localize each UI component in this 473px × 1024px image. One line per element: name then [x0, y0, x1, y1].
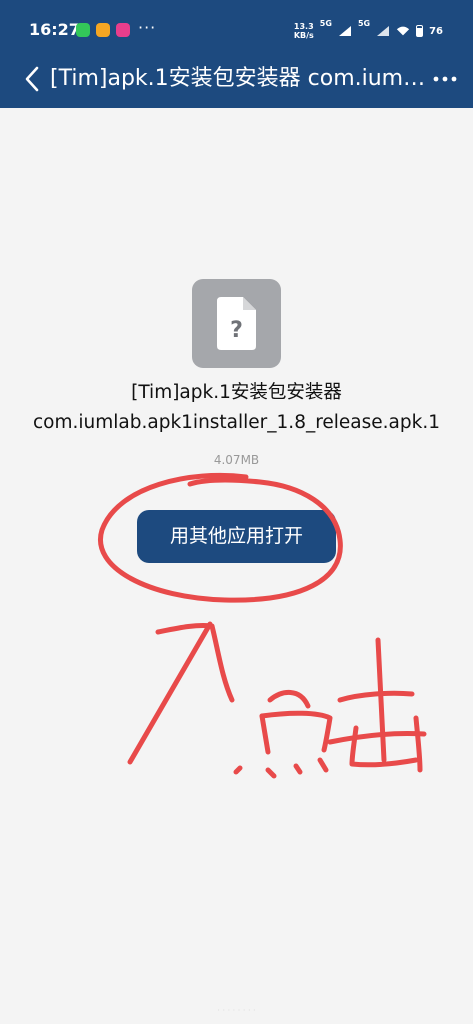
signal-icon	[338, 26, 351, 36]
navigation-bar: [Tim]apk.1安装包安装器 com.iumlab.apk1installe…	[0, 58, 473, 104]
more-notifications-indicator: ···	[138, 18, 157, 37]
system-status: 13.3 KB/s 5G 5G 76	[294, 16, 443, 46]
file-name-line-2: com.iumlab.apk1installer_1.8_release.apk…	[32, 412, 440, 433]
annotation-arrowhead	[155, 623, 235, 703]
bilibili-icon	[116, 23, 130, 37]
net-speed: 13.3 KB/s	[294, 22, 314, 40]
page-title: [Tim]apk.1安装包安装器 com.iumlab.apk1installe…	[50, 66, 430, 91]
net-speed-unit: KB/s	[293, 31, 314, 40]
battery-level: 76	[429, 25, 443, 37]
svg-text:?: ?	[230, 318, 243, 343]
taobao-icon	[96, 23, 110, 37]
signal-icon-2	[377, 26, 390, 36]
app-header: 16:27 ··· 13.3 KB/s 5G 5G 76 [Tim]apk.1安…	[0, 0, 473, 108]
status-bar: 16:27 ··· 13.3 KB/s 5G 5G 76	[0, 0, 473, 60]
annotation-handwriting	[233, 637, 427, 779]
watermark: · · · · · · · ·	[217, 1006, 256, 1015]
network-type-2: 5G	[357, 19, 371, 28]
network-type-1: 5G	[319, 19, 332, 28]
unknown-file-icon: ?	[192, 279, 281, 368]
wechat-icon	[76, 23, 90, 37]
wifi-icon	[396, 26, 410, 36]
file-name: [Tim]apk.1安装包安装器 com.iumlab.apk1installe…	[0, 378, 473, 438]
notification-icons	[76, 23, 130, 37]
file-name-line-1: [Tim]apk.1安装包安装器	[131, 382, 342, 403]
battery-icon	[416, 25, 424, 37]
status-time: 16:27	[29, 20, 80, 39]
annotation-arrow	[127, 621, 213, 765]
file-size: 4.07MB	[213, 453, 260, 467]
open-with-other-app-button[interactable]: 用其他应用打开	[137, 510, 336, 563]
net-speed-value: 13.3	[293, 22, 314, 31]
more-horizontal-icon[interactable]	[431, 64, 459, 94]
chevron-left-icon[interactable]	[18, 64, 48, 94]
